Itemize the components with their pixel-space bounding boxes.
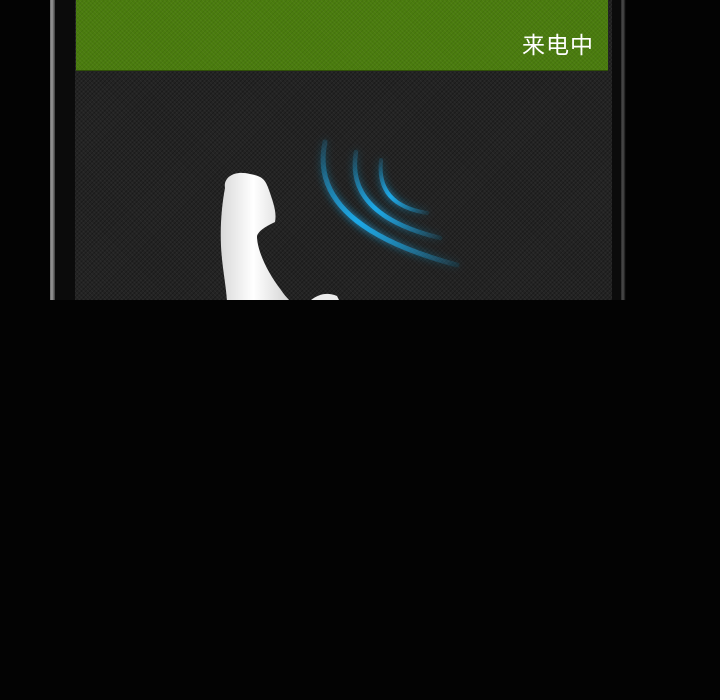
incoming-call-graphic: [220, 139, 460, 300]
incoming-call-screen: 来电中: [75, 0, 612, 300]
empty-black-area: [0, 300, 720, 700]
screenshot-stage: 来电中: [0, 0, 720, 700]
phone-handset-icon: [220, 172, 339, 300]
phone-bezel-right: [621, 0, 625, 300]
signal-waves-icon: [320, 139, 460, 268]
phone-bezel-left: [50, 0, 55, 300]
